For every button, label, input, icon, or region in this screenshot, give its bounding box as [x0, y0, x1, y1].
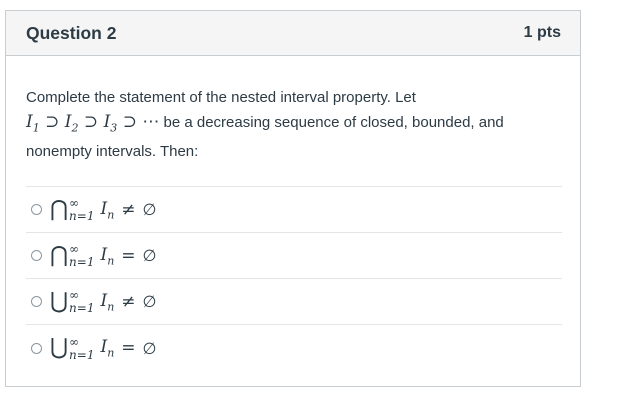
question-prompt: Complete the statement of the nested int…	[26, 86, 560, 164]
prompt-text-1: Complete the statement of the nested int…	[26, 89, 416, 106]
radio-button[interactable]	[31, 204, 42, 216]
answer-expression: ⋃ ∞ n=1 In = ∅	[50, 334, 157, 362]
question-header: Question 2 1 pts	[6, 11, 580, 56]
answer-list: ⋂ ∞ n=1 In ≠ ∅ ⋂ ∞ n=1 In = ∅ ⋃ ∞ n=1 In…	[26, 186, 562, 371]
question-points: 1 pts	[523, 24, 561, 41]
answer-expression: ⋂ ∞ n=1 In = ∅	[50, 242, 157, 270]
question-title: Question 2	[26, 22, 117, 43]
question-card: Question 2 1 pts Complete the statement …	[5, 10, 581, 387]
answer-option-1[interactable]: ⋂ ∞ n=1 In ≠ ∅	[26, 187, 562, 234]
radio-button[interactable]	[31, 296, 42, 308]
question-body: Complete the statement of the nested int…	[6, 56, 580, 371]
interval-sequence: I1 ⊃ I2 ⊃ I3 ⊃ ⋯	[26, 112, 160, 135]
answer-option-3[interactable]: ⋃ ∞ n=1 In ≠ ∅	[26, 279, 562, 326]
radio-button[interactable]	[31, 250, 42, 262]
answer-expression: ⋂ ∞ n=1 In ≠ ∅	[50, 196, 157, 224]
answer-option-2[interactable]: ⋂ ∞ n=1 In = ∅	[26, 233, 562, 280]
answer-expression: ⋃ ∞ n=1 In ≠ ∅	[50, 288, 157, 316]
radio-button[interactable]	[31, 342, 42, 354]
answer-option-4[interactable]: ⋃ ∞ n=1 In = ∅	[26, 325, 562, 371]
